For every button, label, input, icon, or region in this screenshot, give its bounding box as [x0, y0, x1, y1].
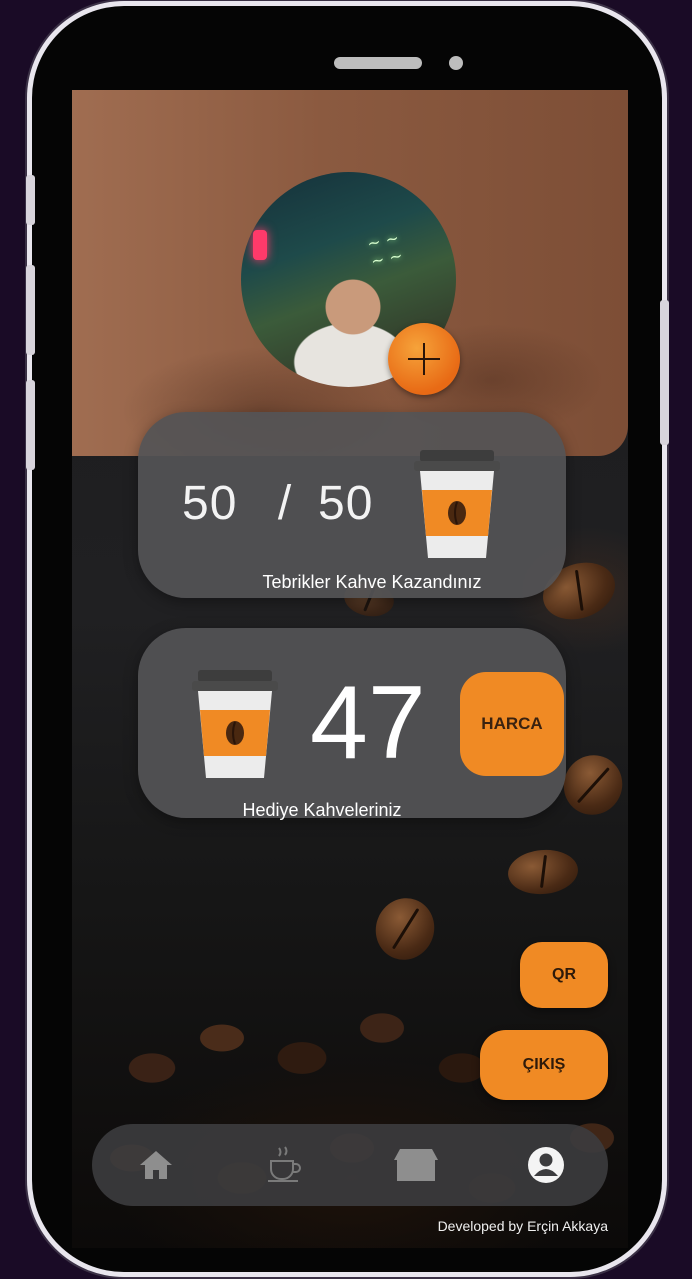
- developer-credit: Developed by Erçin Akkaya: [437, 1218, 608, 1234]
- stamp-current: 50: [182, 477, 238, 530]
- nav-item-profile[interactable]: [506, 1124, 586, 1206]
- spend-button[interactable]: HARCA: [460, 672, 564, 776]
- speaker: [334, 57, 422, 69]
- coffee-bean-decoration: [506, 847, 580, 897]
- nav-item-home[interactable]: [116, 1124, 196, 1206]
- gift-coffee-label: Hediye Kahveleriniz: [242, 800, 402, 820]
- coffee-cup-icon: [192, 670, 278, 778]
- stamp-progress-card: 50 / 50 Tebrikler Kahve Kazandınız: [138, 412, 566, 598]
- side-button: [26, 380, 35, 470]
- home-icon: [140, 1151, 172, 1179]
- qr-button[interactable]: QR: [520, 942, 608, 1008]
- nav-item-coffee[interactable]: [245, 1124, 325, 1206]
- plus-icon: [408, 343, 440, 375]
- add-photo-button[interactable]: [388, 323, 460, 395]
- stamp-separator: /: [277, 477, 293, 530]
- logout-button[interactable]: ÇIKIŞ: [480, 1030, 608, 1100]
- neon-sign-decoration: ~ ~ ~ ~: [365, 228, 405, 271]
- profile-icon: [528, 1147, 564, 1183]
- nav-item-store[interactable]: [376, 1124, 456, 1206]
- gift-coffee-count: 47: [310, 665, 426, 781]
- side-button: [660, 300, 669, 445]
- store-icon: [394, 1149, 438, 1181]
- reward-message: Tebrikler Kahve Kazandınız: [262, 572, 482, 592]
- app-screen: ~ ~~ ~ 50 / 50 Tebrikler Kahve Kazandınız: [72, 90, 628, 1248]
- gift-coffee-card: 47 HARCA Hediye Kahveleriniz: [138, 628, 566, 820]
- stamp-target: 50: [318, 477, 374, 530]
- side-button: [26, 265, 35, 355]
- bottom-nav: [92, 1124, 608, 1206]
- coffee-icon: [268, 1146, 301, 1182]
- side-button: [26, 175, 35, 225]
- stamp-progress: 50 / 50: [182, 476, 373, 531]
- front-camera: [449, 56, 463, 70]
- coffee-cup-icon: [414, 450, 500, 558]
